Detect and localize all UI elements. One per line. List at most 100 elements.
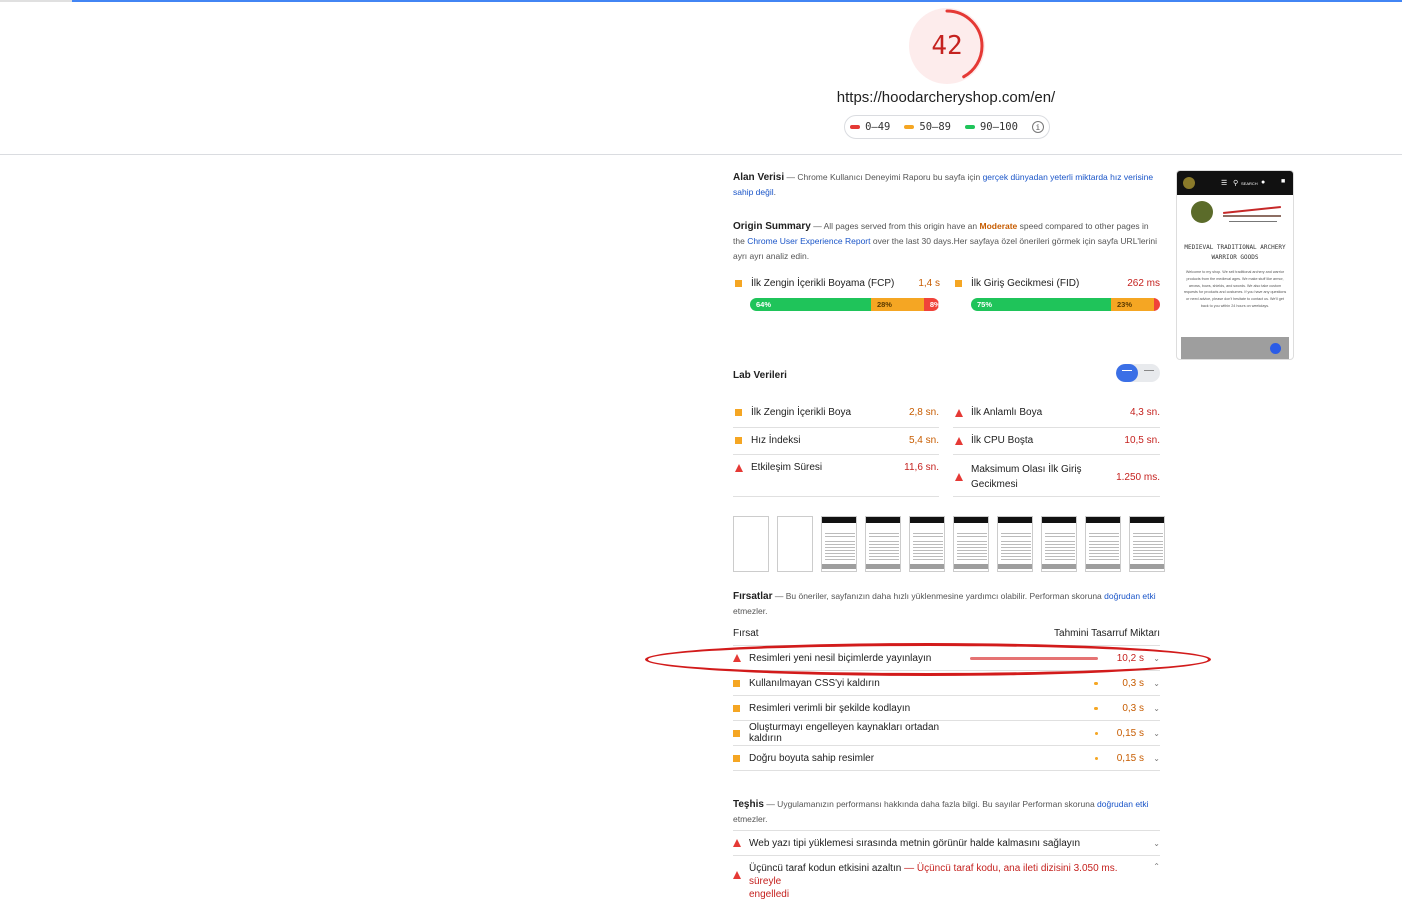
performance-score: 42 bbox=[931, 31, 963, 61]
origin-summary-title: Origin Summary bbox=[733, 221, 811, 232]
filmstrip-frame bbox=[865, 516, 901, 572]
lab-metric-cpu-idle: İlk CPU Boşta 10,5 sn. bbox=[955, 435, 1160, 446]
logo-icon bbox=[1183, 177, 1195, 189]
lab-metric-tti: Etkileşim Süresi 11,6 sn. bbox=[735, 462, 939, 473]
fid-average-segment: 23% bbox=[1111, 298, 1154, 311]
chevron-down-icon[interactable]: ⌄ bbox=[1150, 729, 1160, 738]
average-square-icon bbox=[733, 754, 740, 762]
fid-metric: İlk Giriş Gecikmesi (FID) 262 ms bbox=[955, 278, 1160, 289]
chevron-down-icon[interactable]: ⌄ bbox=[1150, 754, 1160, 763]
info-icon[interactable]: i bbox=[1031, 121, 1044, 133]
progress-accent-bar bbox=[72, 0, 1402, 2]
fcp-distribution-bar: 64% 28% 8% bbox=[750, 298, 939, 311]
final-screenshot-preview[interactable]: ☰ ⚲ SEARCH ● ■ MEDIEVAL TRADITIONAL ARCH… bbox=[1176, 170, 1294, 360]
menu-icon: ☰ bbox=[1221, 180, 1228, 187]
filmstrip-frame bbox=[909, 516, 945, 572]
preview-footer bbox=[1181, 337, 1289, 359]
crux-link[interactable]: Chrome User Experience Report bbox=[747, 236, 870, 246]
lab-metric-fcp: İlk Zengin İçerikli Boya 2,8 sn. bbox=[735, 407, 939, 418]
fail-triangle-icon bbox=[955, 473, 963, 481]
lab-view-toggle[interactable] bbox=[1116, 364, 1160, 382]
fid-distribution-bar: 75% 23% 2% bbox=[971, 298, 1160, 311]
preview-text: Welcome to my shop. We sell traditional … bbox=[1183, 270, 1287, 308]
legend-item-fail: 0–49 bbox=[850, 121, 890, 133]
opportunity-column-label: Fırsat bbox=[733, 628, 759, 639]
opportunities-title: Fırsatlar bbox=[733, 591, 773, 602]
chevron-down-icon[interactable]: ⌄ bbox=[1150, 839, 1160, 848]
average-square-icon bbox=[955, 280, 962, 287]
opportunities-section: Fırsatlar — Bu öneriler, sayfanızın daha… bbox=[733, 591, 1156, 616]
average-square-icon bbox=[735, 409, 742, 416]
diagnostic-row-third-party[interactable]: Üçüncü taraf kodun etkisini azaltın — Üç… bbox=[733, 857, 1160, 900]
average-square-icon bbox=[733, 729, 740, 737]
opportunities-link[interactable]: doğrudan etki bbox=[1104, 591, 1156, 601]
chevron-down-icon[interactable]: ⌄ bbox=[1150, 704, 1160, 713]
origin-summary-section: Origin Summary — All pages served from t… bbox=[733, 221, 1157, 261]
filmstrip-frame bbox=[997, 516, 1033, 572]
user-icon: ● bbox=[1261, 179, 1266, 186]
lab-metric-fmp: İlk Anlamlı Boya 4,3 sn. bbox=[955, 407, 1160, 418]
annotation-ellipse bbox=[645, 643, 1211, 676]
fail-triangle-icon bbox=[955, 408, 963, 417]
opportunity-row[interactable]: Oluşturmayı engelleyen kaynakları ortada… bbox=[733, 721, 1160, 746]
average-square-icon bbox=[733, 679, 740, 687]
filmstrip bbox=[733, 516, 1165, 572]
chevron-up-icon[interactable]: ⌃ bbox=[1150, 862, 1160, 871]
fail-triangle-icon bbox=[733, 871, 741, 879]
average-square-icon bbox=[735, 437, 742, 444]
diagnostics-section: Teşhis — Uygulamanızın performansı hakkı… bbox=[733, 799, 1149, 824]
savings-column-label: Tahmini Tasarruf Miktarı bbox=[1054, 628, 1160, 639]
diagnostics-title: Teşhis bbox=[733, 799, 764, 810]
savings-bar bbox=[968, 681, 1098, 685]
opportunities-header: Fırsat Tahmini Tasarruf Miktarı bbox=[733, 628, 1160, 639]
savings-bar-fill bbox=[1094, 706, 1098, 710]
cart-icon: ■ bbox=[1281, 178, 1286, 185]
field-data-section: Alan Verisi — Chrome Kullanıcı Deneyimi … bbox=[733, 172, 1154, 197]
preview-navbar: ☰ ⚲ SEARCH ● ■ bbox=[1177, 171, 1293, 195]
moderate-label: Moderate bbox=[979, 221, 1018, 231]
performance-score-gauge: 42 bbox=[909, 8, 985, 84]
legend-item-pass: 90–100 bbox=[964, 121, 1018, 133]
header-divider bbox=[0, 154, 1402, 155]
tab-strip bbox=[0, 0, 72, 2]
savings-bar-fill bbox=[1094, 681, 1098, 685]
score-legend: 0–49 50–89 90–100 i bbox=[844, 115, 1050, 139]
filmstrip-frame bbox=[777, 516, 813, 572]
fid-fast-segment: 75% bbox=[971, 298, 1112, 311]
diagnostics-link[interactable]: doğrudan etki bbox=[1097, 799, 1149, 809]
fail-triangle-icon bbox=[733, 839, 741, 847]
average-square-icon bbox=[733, 704, 740, 712]
chat-icon bbox=[1270, 343, 1281, 354]
tested-url: https://hoodarcheryshop.com/en/ bbox=[836, 89, 1056, 106]
savings-bar bbox=[968, 731, 1098, 735]
fail-triangle-icon bbox=[955, 436, 963, 445]
legend-item-average: 50–89 bbox=[904, 121, 951, 133]
fcp-slow-segment: 8% bbox=[923, 298, 939, 311]
chevron-down-icon[interactable]: ⌄ bbox=[1150, 679, 1160, 688]
savings-bar-fill bbox=[1095, 756, 1098, 760]
field-data-title: Alan Verisi bbox=[733, 172, 785, 183]
filmstrip-frame bbox=[821, 516, 857, 572]
filmstrip-frame bbox=[1085, 516, 1121, 572]
savings-bar-fill bbox=[1095, 731, 1098, 735]
opportunity-row[interactable]: Doğru boyuta sahip resimler 0,15 s ⌄ bbox=[733, 746, 1160, 771]
filmstrip-frame bbox=[953, 516, 989, 572]
savings-bar bbox=[968, 756, 1098, 760]
fid-slow-segment: 2% bbox=[1154, 298, 1160, 311]
preview-hero-image bbox=[1177, 195, 1293, 239]
filmstrip-frame bbox=[1129, 516, 1165, 572]
average-square-icon bbox=[735, 280, 742, 287]
savings-bar bbox=[968, 706, 1098, 710]
fcp-metric: İlk Zengin İçerikli Boyama (FCP) 1,4 s bbox=[735, 278, 940, 289]
filmstrip-frame bbox=[1041, 516, 1077, 572]
lab-metric-speed-index: Hız İndeksi 5,4 sn. bbox=[735, 435, 939, 446]
diagnostic-row-font-display[interactable]: Web yazı tipi yüklemesi sırasında metnin… bbox=[733, 831, 1160, 856]
fail-triangle-icon bbox=[735, 463, 743, 472]
lab-metric-max-fid: Maksimum Olası İlk Giriş Gecikmesi 1.250 … bbox=[955, 462, 1160, 492]
fcp-average-segment: 28% bbox=[870, 298, 924, 311]
preview-title: MEDIEVAL TRADITIONAL ARCHERY WARRIOR GOOD… bbox=[1184, 244, 1286, 261]
filmstrip-frame bbox=[733, 516, 769, 572]
search-icon: ⚲ bbox=[1233, 180, 1239, 187]
opportunity-row[interactable]: Resimleri verimli bir şekilde kodlayın 0,… bbox=[733, 696, 1160, 721]
fcp-fast-segment: 64% bbox=[750, 298, 871, 311]
